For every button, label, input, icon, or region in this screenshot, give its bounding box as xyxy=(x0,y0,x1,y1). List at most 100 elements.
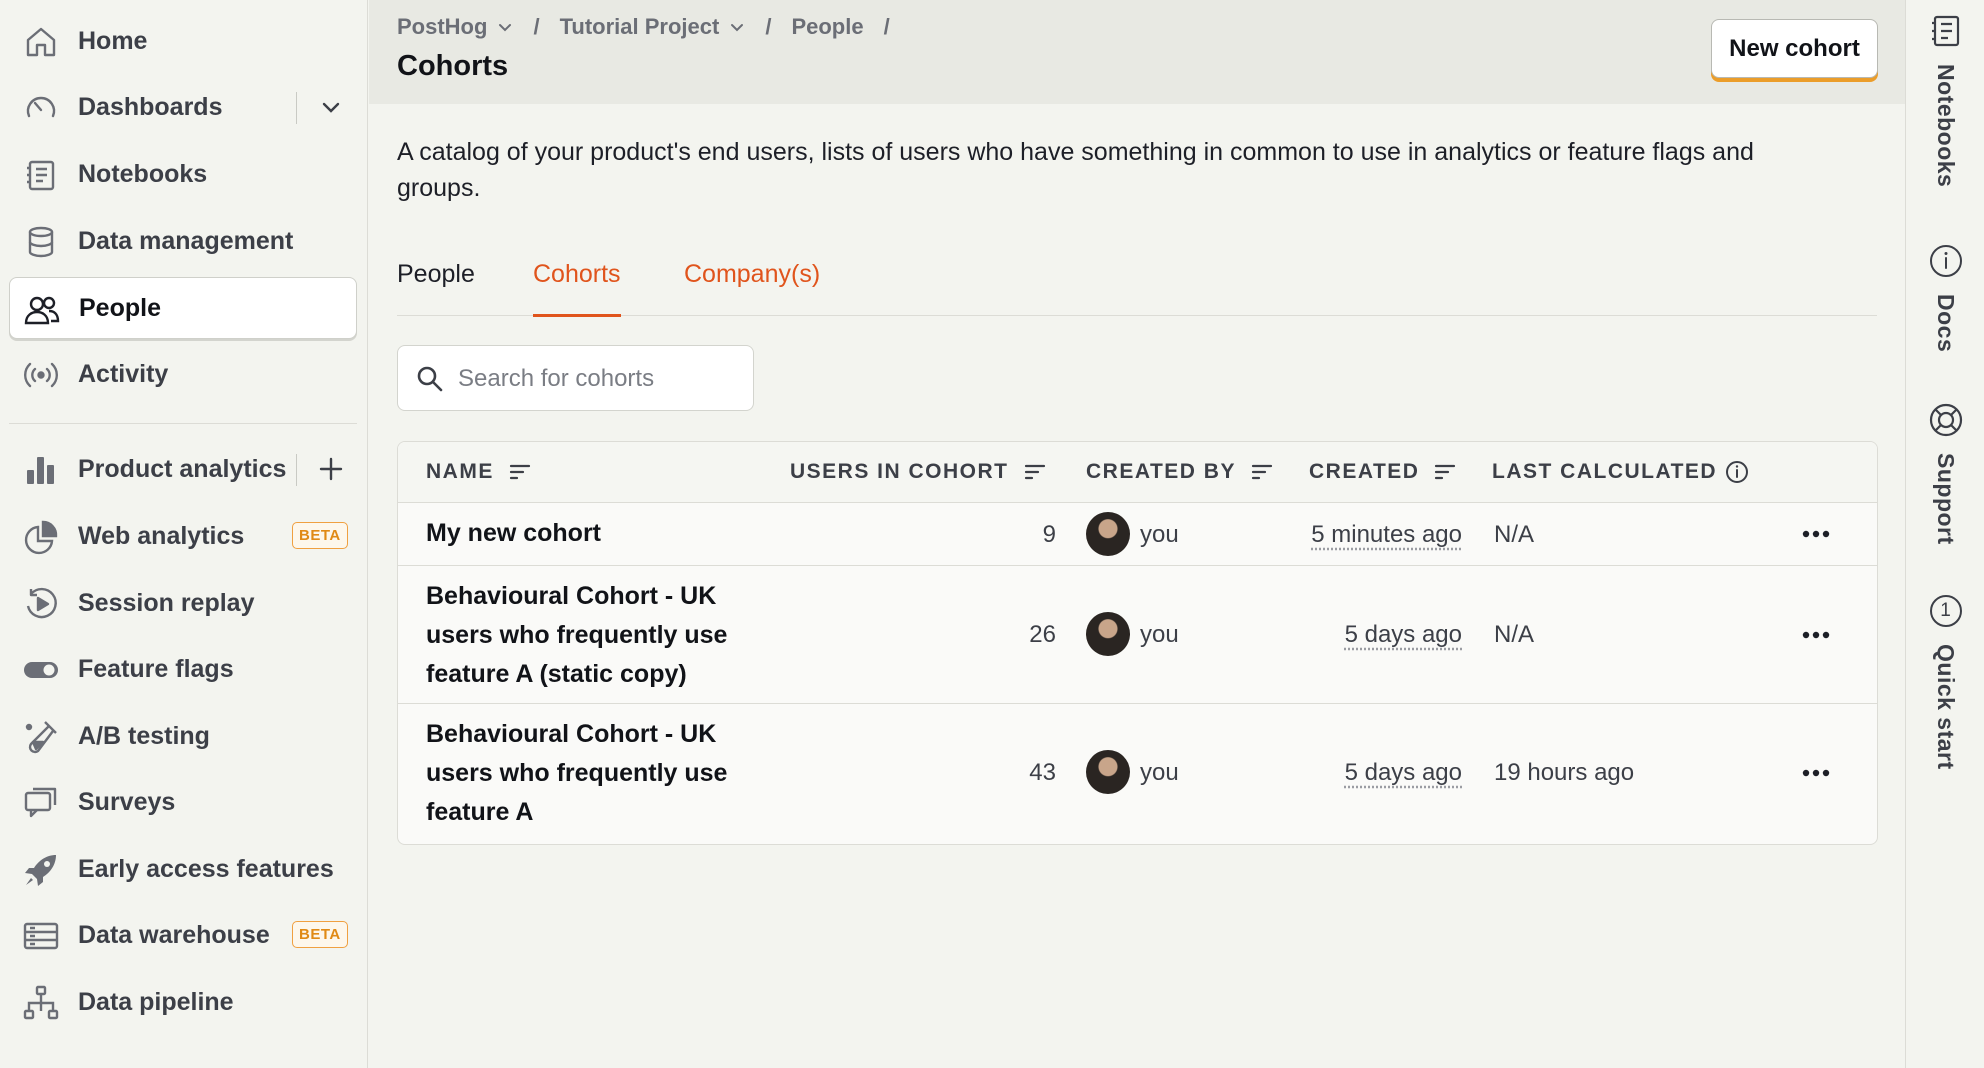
sidebar-item-data-pipeline[interactable]: Data pipeline xyxy=(9,971,357,1033)
sidebar-item-early-access-features[interactable]: Early access features xyxy=(9,838,357,900)
lifebuoy-icon xyxy=(1929,403,1962,437)
tab-bar: People Cohorts Company(s) xyxy=(397,254,1877,317)
sidebar-item-label: Session replay xyxy=(78,588,255,617)
column-label: NAME xyxy=(426,460,494,483)
search-icon xyxy=(417,366,443,392)
breadcrumb-label: Tutorial Project xyxy=(559,14,720,39)
home-icon xyxy=(23,24,59,60)
sidebar-item-activity[interactable]: Activity xyxy=(9,343,357,405)
bar-chart-icon xyxy=(23,452,59,488)
page-title: Cohorts xyxy=(397,50,509,82)
column-label: LAST CALCULATED xyxy=(1492,460,1718,483)
sidebar-item-label: Notebooks xyxy=(78,159,208,188)
tab-companies[interactable]: Company(s) xyxy=(684,260,820,322)
breadcrumb-label: People xyxy=(791,14,864,39)
breadcrumb-project[interactable]: Tutorial Project xyxy=(560,14,746,40)
chat-icon xyxy=(23,785,59,821)
users-count: 26 xyxy=(1029,621,1056,648)
search-input[interactable] xyxy=(458,360,738,398)
tab-people[interactable]: People xyxy=(397,260,475,322)
notebook-icon xyxy=(1931,15,1959,47)
rail-quick-start[interactable]: 1 Quick start xyxy=(1906,594,1984,770)
last-calculated: N/A xyxy=(1494,521,1535,548)
top-bar: PostHog / Tutorial Project / People / Co… xyxy=(369,0,1905,104)
database-icon xyxy=(23,224,59,260)
sidebar-item-label: Early access features xyxy=(78,854,334,883)
table-row[interactable]: My new cohort 9 you 5 minutes ago N/A xyxy=(398,503,1877,566)
sidebar-item-label: Data pipeline xyxy=(78,987,234,1016)
column-header-users[interactable]: USERS IN COHORT xyxy=(790,460,1047,484)
rail-label: Notebooks xyxy=(1933,64,1959,188)
sidebar-item-surveys[interactable]: Surveys xyxy=(9,771,357,833)
sidebar-item-web-analytics[interactable]: Web analytics BETA xyxy=(9,505,357,567)
pie-chart-icon xyxy=(23,519,59,555)
column-header-created[interactable]: CREATED xyxy=(1309,460,1457,484)
new-cohort-button[interactable]: New cohort xyxy=(1711,19,1878,78)
divider xyxy=(296,454,297,486)
sidebar-item-label: Feature flags xyxy=(78,654,234,683)
last-calculated: N/A xyxy=(1494,621,1535,648)
avatar xyxy=(1086,512,1130,556)
activity-icon xyxy=(23,357,59,393)
breadcrumb-separator: / xyxy=(765,14,772,39)
sidebar-item-data-management[interactable]: Data management xyxy=(9,210,357,272)
sidebar-item-data-warehouse[interactable]: Data warehouse BETA xyxy=(9,904,357,966)
tab-cohorts[interactable]: Cohorts xyxy=(533,260,621,317)
column-label: USERS IN COHORT xyxy=(790,460,1009,483)
chevron-down-icon xyxy=(499,24,512,32)
page-description: A catalog of your product's end users, l… xyxy=(397,138,1754,202)
column-header-name[interactable]: NAME xyxy=(426,460,532,484)
sidebar-item-feature-flags[interactable]: Feature flags xyxy=(9,638,357,700)
created-time: 5 days ago xyxy=(1344,759,1462,786)
sidebar-item-label: Data management xyxy=(78,226,294,255)
cohort-name-link[interactable]: Behavioural Cohort - UK users who freque… xyxy=(426,715,756,832)
plus-icon[interactable] xyxy=(315,453,347,485)
sidebar-item-dashboards[interactable]: Dashboards xyxy=(9,76,357,138)
sidebar-item-label: Product analytics xyxy=(78,454,287,483)
breadcrumb-label: PostHog xyxy=(397,14,488,39)
chevron-down-icon[interactable] xyxy=(315,91,347,123)
breadcrumb-people[interactable]: People xyxy=(791,14,863,40)
search-field xyxy=(397,345,754,411)
sidebar: Home Dashboards Notebooks Data managemen… xyxy=(0,0,368,1068)
table-row[interactable]: Behavioural Cohort - UK users who freque… xyxy=(398,704,1877,844)
users-count: 43 xyxy=(1029,759,1056,786)
breadcrumb-separator: / xyxy=(533,14,540,39)
more-options-button[interactable] xyxy=(1798,755,1834,791)
rail-support[interactable]: Support xyxy=(1906,403,1984,545)
table-row[interactable]: Behavioural Cohort - UK users who freque… xyxy=(398,566,1877,704)
cohorts-table: NAME USERS IN COHORT CREATED BY CREATED … xyxy=(397,441,1878,845)
breadcrumb-org[interactable]: PostHog xyxy=(397,14,513,40)
main-content: A catalog of your product's end users, l… xyxy=(369,104,1905,1068)
more-options-button[interactable] xyxy=(1798,516,1834,552)
sidebar-item-label: Home xyxy=(78,26,148,55)
info-icon[interactable] xyxy=(1725,460,1749,484)
sidebar-item-people[interactable]: People xyxy=(9,277,357,339)
sidebar-item-label: Activity xyxy=(78,359,169,388)
more-icon xyxy=(1802,530,1830,538)
replay-icon xyxy=(23,586,59,622)
sidebar-item-label: Web analytics xyxy=(78,521,245,550)
more-icon xyxy=(1802,769,1830,777)
sidebar-item-home[interactable]: Home xyxy=(9,10,357,72)
users-count: 9 xyxy=(1042,521,1056,548)
cohort-name-link[interactable]: My new cohort xyxy=(426,514,756,553)
column-header-created-by[interactable]: CREATED BY xyxy=(1086,460,1274,484)
more-icon xyxy=(1802,631,1830,639)
cohort-name-link[interactable]: Behavioural Cohort - UK users who freque… xyxy=(426,577,756,694)
sidebar-item-ab-testing[interactable]: A/B testing xyxy=(9,705,357,767)
created-time: 5 days ago xyxy=(1344,621,1462,648)
sidebar-item-notebooks[interactable]: Notebooks xyxy=(9,143,357,205)
sort-icon xyxy=(509,464,530,480)
sidebar-item-session-replay[interactable]: Session replay xyxy=(9,572,357,634)
flask-icon xyxy=(23,719,59,755)
sort-icon xyxy=(1251,464,1273,480)
rail-notebooks[interactable]: Notebooks xyxy=(1906,14,1984,187)
chevron-down-icon xyxy=(731,24,744,32)
rail-docs[interactable]: Docs xyxy=(1906,244,1984,352)
more-options-button[interactable] xyxy=(1798,617,1834,653)
sidebar-item-product-analytics[interactable]: Product analytics xyxy=(9,438,357,500)
sort-icon xyxy=(1435,464,1456,480)
warehouse-icon xyxy=(23,918,59,954)
divider xyxy=(296,92,297,124)
